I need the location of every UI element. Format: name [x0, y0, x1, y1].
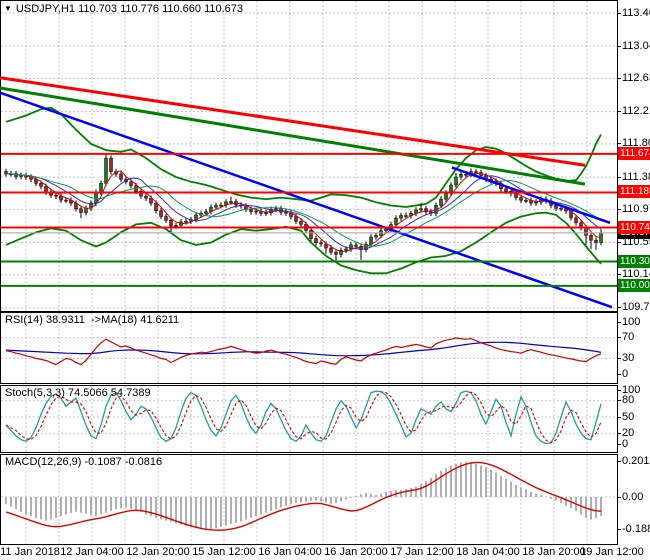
stoch-label: Stoch(5,3,3) 74.5066 54.7389	[5, 387, 151, 399]
axis-tick	[617, 46, 621, 47]
axis-tick	[617, 400, 621, 401]
price-axis[interactable]: 113.460113.040112.630112.210111.800111.3…	[617, 0, 650, 560]
stoch-grid	[1, 400, 617, 434]
resistance-price-badge: 110.740	[618, 221, 650, 234]
axis-tick	[617, 13, 621, 14]
time-axis[interactable]: 11 Jan 2018 12 Jan 04:00 12 Jan 20:00 15 Ja…	[0, 545, 650, 560]
chart-title: USDJPY,H1 110.703 110.776 110.660 110.67…	[15, 3, 244, 15]
price-axis-label: 109.720	[622, 301, 650, 314]
panel-border	[0, 454, 618, 545]
vertical-grid	[25, 1, 588, 311]
bollinger-bands	[5, 106, 602, 275]
resistance-price-badge: 111.674	[618, 147, 650, 160]
axis-tick	[617, 322, 621, 323]
time-axis-label: 15 Jan 12:00	[192, 546, 256, 558]
price-axis-label: 113.460	[622, 6, 650, 19]
axis-tick	[617, 177, 621, 178]
macd-scale-label: 0.00	[622, 490, 644, 503]
axis-tick	[617, 274, 621, 275]
rsi-scale-label: 0	[622, 367, 629, 380]
ma-ribbon	[5, 170, 602, 252]
stoch-scale-label: 50	[622, 410, 635, 423]
macd-label: MACD(12,26,9) -0.1087 -0.0816	[5, 456, 163, 468]
time-axis-label: 19 Jan 12:00	[580, 546, 644, 558]
axis-tick	[617, 307, 621, 308]
rsi-scale-label: 70	[622, 331, 635, 344]
chart-window: ▼ USDJPY,H1 110.703 110.776 110.660 110.6…	[0, 0, 650, 560]
time-axis-label: 11 Jan 2018	[0, 546, 60, 558]
rsi-scale-label: 100	[622, 315, 641, 328]
axis-tick	[617, 209, 621, 210]
axis-tick	[617, 390, 621, 391]
macd-scale-label: -0.1884	[622, 523, 650, 536]
axis-tick	[617, 444, 621, 445]
axis-tick	[617, 461, 621, 462]
axis-tick	[617, 111, 621, 112]
main-chart-surface[interactable]	[0, 0, 618, 312]
time-axis-label: 18 Jan 04:00	[456, 546, 520, 558]
time-axis-label: 16 Jan 20:00	[324, 546, 388, 558]
axis-tick	[617, 374, 621, 375]
time-axis-label: 12 Jan 20:00	[126, 546, 190, 558]
axis-tick	[617, 337, 621, 338]
support-price-badge: 110.309	[618, 255, 650, 268]
time-axis-label: 18 Jan 20:00	[522, 546, 586, 558]
price-axis-label: 112.210	[622, 105, 650, 118]
price-axis-label: 112.630	[622, 71, 650, 84]
main-chart-panel[interactable]	[0, 0, 618, 312]
axis-tick	[617, 143, 621, 144]
axis-tick	[617, 529, 621, 530]
price-axis-label: 111.380	[622, 170, 650, 183]
time-axis-label: 12 Jan 04:00	[60, 546, 124, 558]
axis-tick	[617, 358, 621, 359]
price-axis-label: 110.970	[622, 202, 650, 215]
resistance-price-badge: 111.185	[618, 185, 650, 198]
axis-tick	[617, 433, 621, 434]
time-axis-label: 16 Jan 04:00	[258, 546, 322, 558]
axis-tick	[617, 497, 621, 498]
macd-histogram	[5, 461, 602, 530]
axis-tick	[617, 417, 621, 418]
stoch-scale-label: 80	[622, 394, 635, 407]
axis-tick	[617, 242, 621, 243]
axis-tick	[617, 78, 621, 79]
price-axis-label: 113.040	[622, 39, 650, 52]
symbol-dropdown-icon[interactable]: ▼	[4, 4, 12, 13]
horizontal-grid	[1, 12, 617, 309]
macd-scale-label: 0.2013	[622, 455, 650, 468]
support-price-badge: 110.000	[618, 279, 650, 292]
rsi-scale-label: 30	[622, 351, 635, 364]
stoch-scale-label: 0	[622, 437, 629, 450]
chart-title-bar: ▼ USDJPY,H1 110.703 110.776 110.660 110.6…	[4, 3, 243, 15]
rsi-label: RSI(14) 38.9311 ->MA(18) 41.6211	[5, 314, 180, 326]
rsi-grid	[1, 337, 617, 359]
time-axis-label: 17 Jan 12:00	[390, 546, 454, 558]
